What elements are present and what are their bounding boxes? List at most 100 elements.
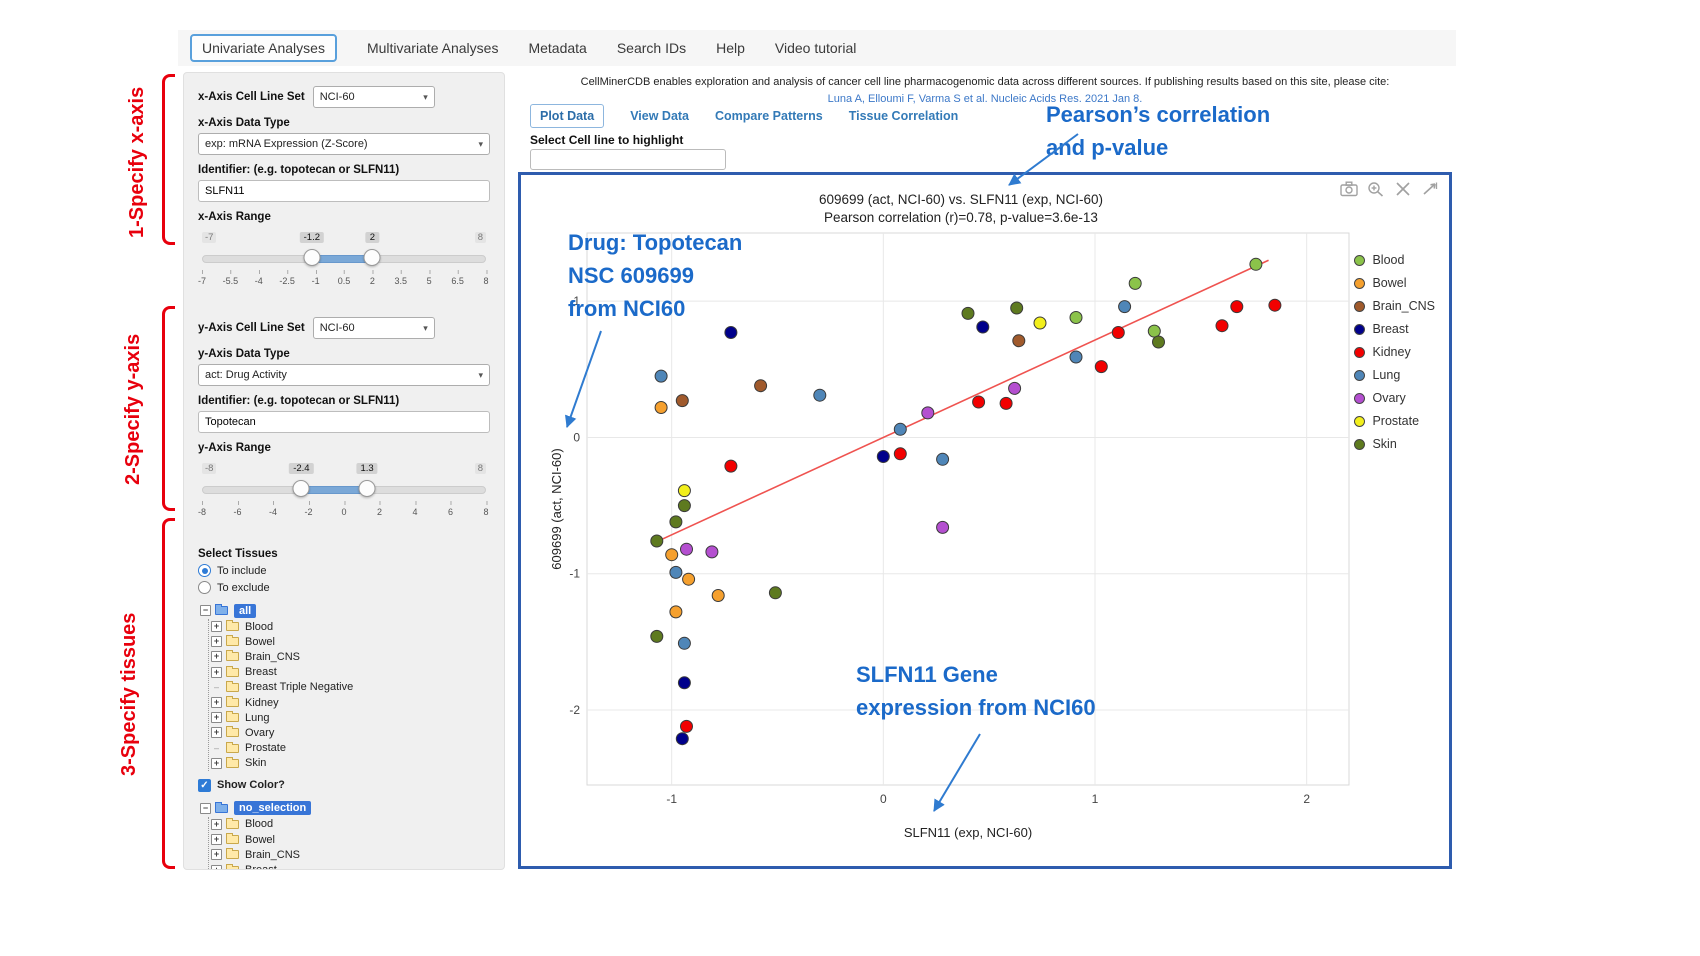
expand-icon[interactable]: + — [211, 651, 222, 662]
slider-handle-to[interactable] — [364, 249, 381, 266]
legend-item-ovary[interactable]: Ovary — [1354, 391, 1435, 405]
nav-item-search-ids[interactable]: Search IDs — [617, 40, 686, 56]
plot-title: 609699 (act, NCI-60) vs. SLFN11 (exp, NC… — [521, 192, 1401, 207]
bracket-step1 — [162, 74, 175, 245]
y-identifier-input[interactable] — [198, 411, 490, 433]
tree-node-breast[interactable]: +Breast — [209, 665, 490, 680]
expand-icon[interactable]: + — [211, 727, 222, 738]
radio-to-include[interactable]: To include — [198, 564, 490, 577]
legend-item-prostate[interactable]: Prostate — [1354, 414, 1435, 428]
radio-to-exclude[interactable]: To exclude — [198, 581, 490, 594]
x-data-type-select[interactable]: exp: mRNA Expression (Z-Score) ▾ — [198, 133, 490, 155]
y-range-slider[interactable]: -88-2.41.3-8-6-4-202468 — [202, 478, 486, 534]
expand-icon[interactable]: + — [211, 865, 222, 870]
subtab-bar: Plot Data View Data Compare Patterns Tissue… — [530, 104, 958, 128]
tree-node-skin[interactable]: +Skin — [209, 756, 490, 771]
tab-tissue-correlation[interactable]: Tissue Correlation — [849, 109, 959, 123]
y-cell-line-set-label: y-Axis Cell Line Set — [198, 322, 305, 334]
tree-node-all[interactable]: −all — [198, 602, 490, 619]
x-identifier-label: Identifier: (e.g. topotecan or SLFN11) — [198, 164, 490, 176]
expand-icon[interactable]: + — [211, 849, 222, 860]
nav-item-multivariate-analyses[interactable]: Multivariate Analyses — [367, 40, 499, 56]
folder-icon — [226, 698, 239, 707]
legend-item-brain-cns[interactable]: Brain_CNS — [1354, 299, 1435, 313]
legend-item-bowel[interactable]: Bowel — [1354, 276, 1435, 290]
annotation-step2: 2-Specify y-axis — [122, 308, 145, 510]
svg-text:2: 2 — [1303, 792, 1310, 806]
top-nav: Univariate Analyses Multivariate Analyses… — [178, 30, 1456, 66]
expand-icon[interactable]: + — [211, 758, 222, 769]
tree-node-breast-triple-negative[interactable]: –Breast Triple Negative — [209, 680, 490, 695]
folder-icon — [226, 652, 239, 661]
tree-node-bowel[interactable]: +Bowel — [209, 832, 490, 847]
tree-node-brain-cns[interactable]: +Brain_CNS — [209, 847, 490, 862]
tree-node-prostate[interactable]: –Prostate — [209, 741, 490, 756]
expand-icon[interactable]: + — [211, 819, 222, 830]
slider-from-value: -2.4 — [289, 463, 313, 474]
tab-compare-patterns[interactable]: Compare Patterns — [715, 109, 823, 123]
legend-item-skin[interactable]: Skin — [1354, 437, 1435, 451]
highlight-input[interactable] — [530, 149, 726, 170]
y-range-label: y-Axis Range — [198, 442, 490, 454]
svg-text:-2: -2 — [569, 703, 580, 717]
svg-text:0: 0 — [573, 430, 580, 444]
y-cell-line-set-select[interactable]: NCI-60 ▾ — [313, 317, 435, 339]
autoscale-icon[interactable] — [1421, 181, 1439, 197]
legend-item-blood[interactable]: Blood — [1354, 253, 1435, 267]
folder-icon — [226, 683, 239, 692]
chevron-down-icon: ▾ — [423, 323, 428, 334]
legend-item-kidney[interactable]: Kidney — [1354, 345, 1435, 359]
tree-node-breast[interactable]: +Breast — [209, 862, 490, 870]
callout-gene: SLFN11 Geneexpression from NCI60 — [856, 658, 1096, 724]
nav-item-metadata[interactable]: Metadata — [528, 40, 586, 56]
highlight-label: Select Cell line to highlight — [530, 133, 683, 147]
y-data-type-value: act: Drug Activity — [205, 369, 287, 381]
folder-icon — [215, 804, 228, 813]
slider-handle-to[interactable] — [359, 480, 376, 497]
collapse-icon[interactable]: − — [200, 605, 211, 616]
tree-node-blood[interactable]: +Blood — [209, 817, 490, 832]
legend-dot — [1354, 255, 1365, 266]
tab-plot-data[interactable]: Plot Data — [530, 104, 604, 128]
tree-node-blood[interactable]: +Blood — [209, 619, 490, 634]
expand-icon[interactable]: + — [211, 712, 222, 723]
tree-node-bowel[interactable]: +Bowel — [209, 634, 490, 649]
legend-dot — [1354, 301, 1365, 312]
legend-dot — [1354, 347, 1365, 358]
folder-icon — [226, 668, 239, 677]
folder-icon — [226, 759, 239, 768]
tree-node-kidney[interactable]: +Kidney — [209, 695, 490, 710]
nav-item-help[interactable]: Help — [716, 40, 745, 56]
checkbox-icon — [198, 779, 211, 792]
tree-node-lung[interactable]: +Lung — [209, 710, 490, 725]
expand-icon[interactable]: + — [211, 667, 222, 678]
nav-item-univariate-analyses[interactable]: Univariate Analyses — [190, 34, 337, 62]
x-range-slider[interactable]: -78-1.22-7-5.5-4-2.5-10.523.556.58 — [202, 247, 486, 303]
legend-dot — [1354, 393, 1365, 404]
slider-to-value: 1.3 — [356, 463, 377, 474]
tree-node-brain-cns[interactable]: +Brain_CNS — [209, 649, 490, 664]
collapse-icon[interactable]: − — [200, 803, 211, 814]
tab-view-data[interactable]: View Data — [630, 109, 689, 123]
tree-node-no-selection[interactable]: −no_selection — [198, 800, 490, 817]
show-color-checkbox[interactable]: Show Color? — [198, 779, 490, 792]
radio-to-include-label: To include — [217, 565, 267, 577]
slider-selected-bar[interactable] — [301, 486, 367, 494]
slider-to-value: 2 — [366, 232, 379, 243]
expand-icon[interactable]: + — [211, 697, 222, 708]
y-data-type-select[interactable]: act: Drug Activity ▾ — [198, 364, 490, 386]
expand-icon[interactable]: + — [211, 834, 222, 845]
x-data-type-value: exp: mRNA Expression (Z-Score) — [205, 138, 368, 150]
folder-icon — [215, 606, 228, 615]
expand-icon[interactable]: + — [211, 636, 222, 647]
slider-handle-from[interactable] — [303, 249, 320, 266]
sidebar-panel: x-Axis Cell Line Set NCI-60 ▾ x-Axis Dat… — [183, 72, 505, 870]
tree-node-ovary[interactable]: +Ovary — [209, 725, 490, 740]
x-identifier-input[interactable] — [198, 180, 490, 202]
legend-item-lung[interactable]: Lung — [1354, 368, 1435, 382]
nav-item-video-tutorial[interactable]: Video tutorial — [775, 40, 856, 56]
slider-handle-from[interactable] — [293, 480, 310, 497]
x-cell-line-set-select[interactable]: NCI-60 ▾ — [313, 86, 435, 108]
expand-icon[interactable]: + — [211, 621, 222, 632]
legend-item-breast[interactable]: Breast — [1354, 322, 1435, 336]
